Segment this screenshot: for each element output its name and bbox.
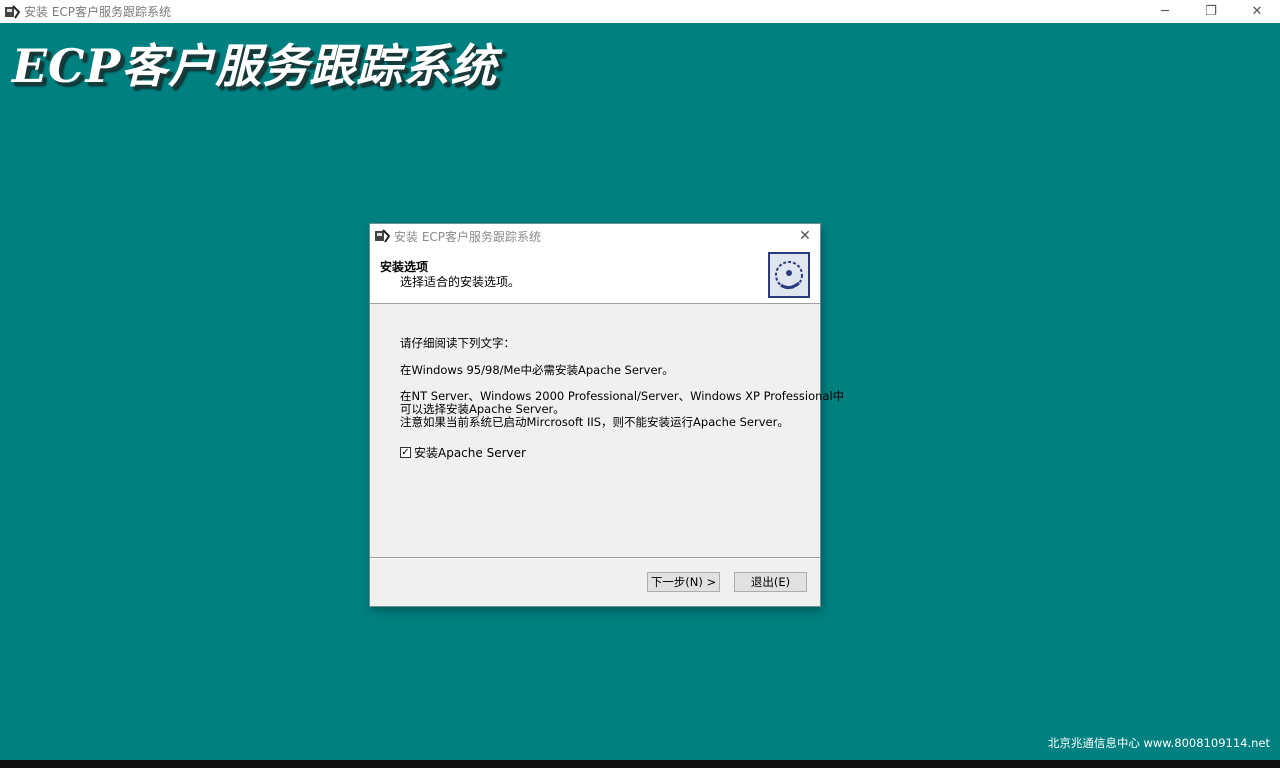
install-apache-label[interactable]: 安装Apache Server (414, 444, 526, 461)
footer-divider (370, 557, 820, 559)
install-apache-checkbox-row[interactable]: ✓ 安装Apache Server (400, 444, 526, 461)
dialog-titlebar: 安装 ECP客户服务跟踪系统 ✕ (370, 224, 820, 248)
install-dialog: 安装 ECP客户服务跟踪系统 ✕ 安装选项 选择适合的安装选项。 请仔细阅读下列… (370, 224, 844, 606)
option-text-line: 注意如果当前系统已启动Mircrosoft IIS，则不能安装运行Apache … (400, 415, 789, 429)
dialog-header: 安装选项 选择适合的安装选项。 (370, 248, 820, 304)
requirement-text: 在Windows 95/98/Me中必需安装Apache Server。 (400, 363, 674, 377)
header-subtitle: 选择适合的安装选项。 (400, 275, 521, 289)
exit-button[interactable]: 退出(E) (734, 572, 807, 592)
next-button[interactable]: 下一步(N) > (647, 572, 720, 592)
installer-icon (5, 4, 20, 19)
minimize-button[interactable]: ─ (1142, 0, 1188, 23)
instruction-text: 请仔细阅读下列文字： (400, 336, 515, 350)
dialog-title: 安装 ECP客户服务跟踪系统 (394, 229, 542, 244)
vendor-footer: 北京兆通信息中心 www.8008109114.net (1047, 736, 1270, 750)
install-apache-checkbox[interactable]: ✓ (400, 447, 411, 458)
window-titlebar: 安装 ECP客户服务跟踪系统 ─ ❐ ✕ (0, 0, 1280, 23)
installer-icon (375, 229, 390, 243)
close-button[interactable]: ✕ (1234, 0, 1280, 23)
restore-button[interactable]: ❐ (1188, 0, 1234, 23)
window-title: 安装 ECP客户服务跟踪系统 (24, 5, 172, 19)
installer-disk-icon (768, 252, 810, 298)
taskbar (0, 760, 1280, 768)
dialog-close-button[interactable]: ✕ (796, 227, 814, 245)
banner-title: ECP客户服务跟踪系统 (12, 39, 498, 93)
option-text-block: 在NT Server、Windows 2000 Professional/Ser… (400, 390, 844, 429)
